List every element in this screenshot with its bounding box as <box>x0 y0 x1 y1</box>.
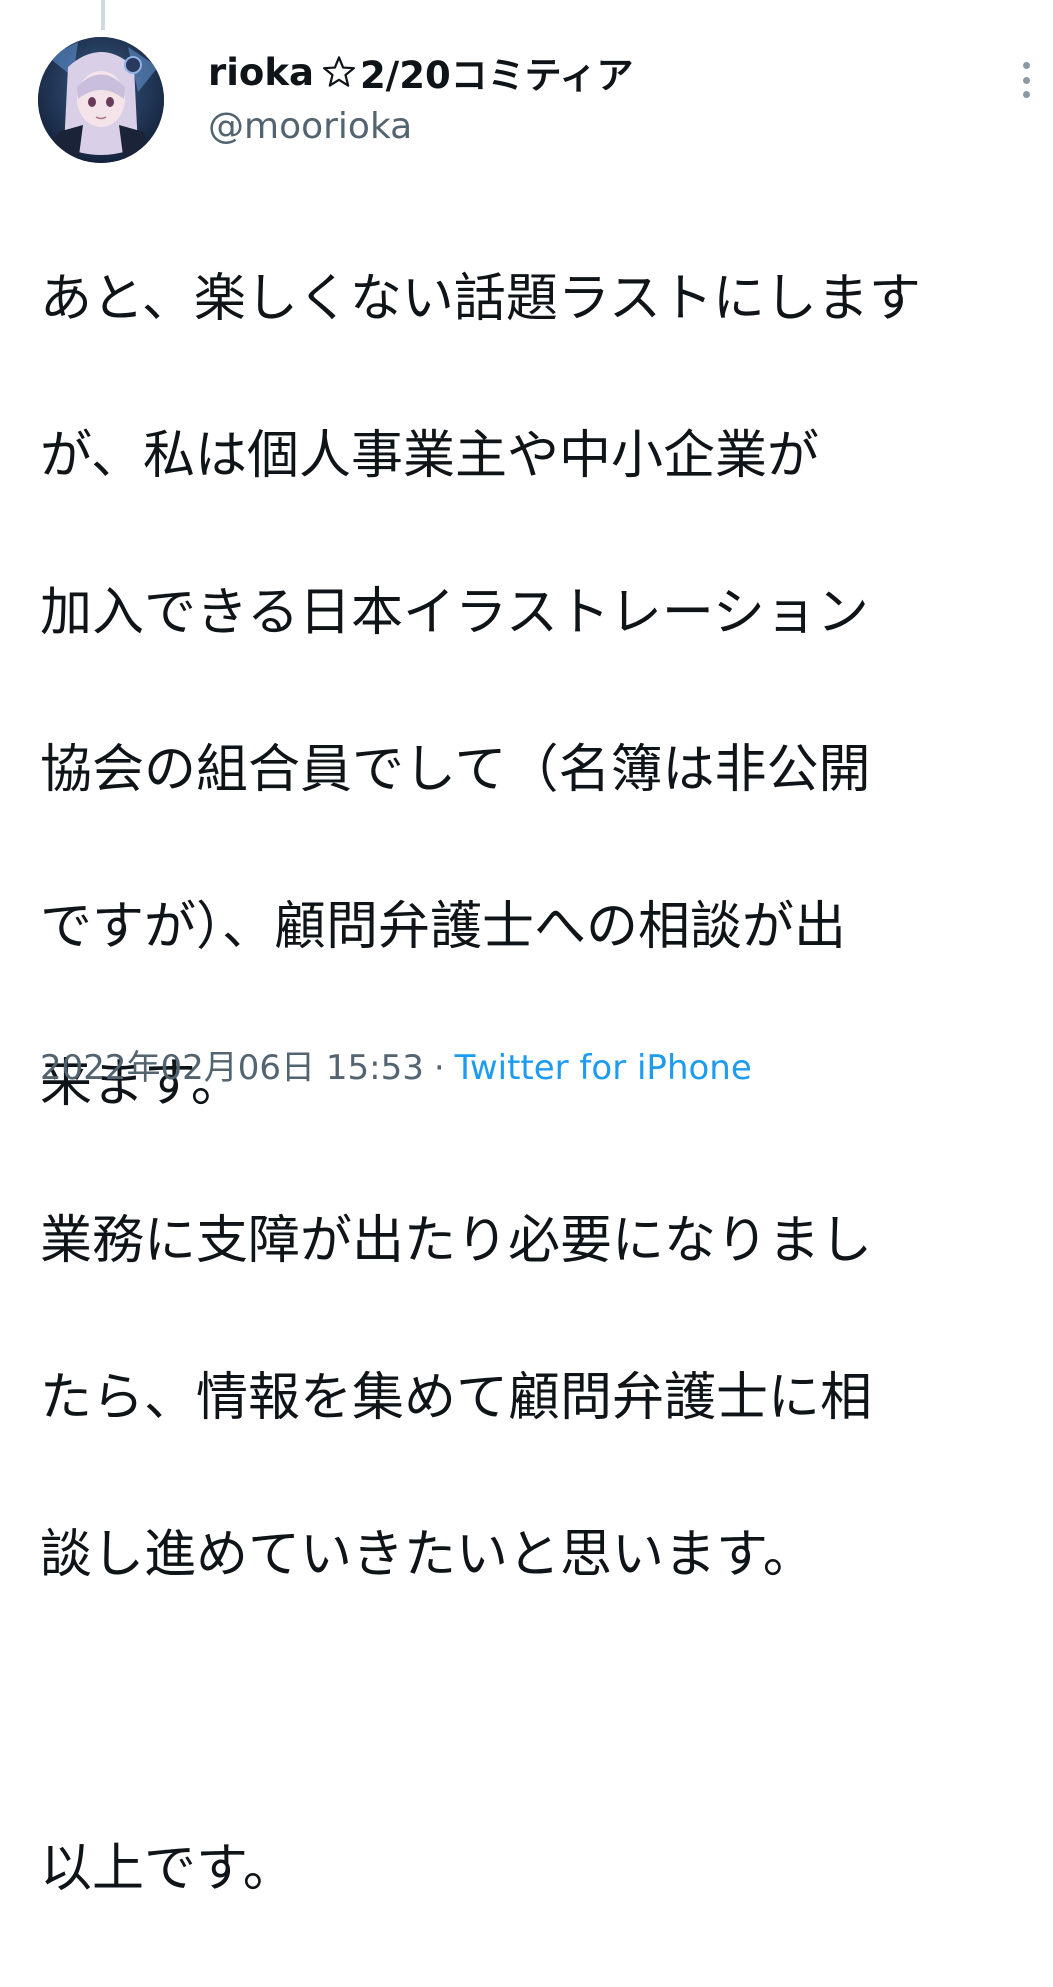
tweet-meta: 2022年02月06日 15:53 · Twitter for iPhone <box>40 1040 752 1089</box>
tweet-line: 以上です。 <box>40 1838 295 1899</box>
author-name[interactable]: rioka 2/20コミティア <box>208 44 633 100</box>
more-vertical-icon-dot <box>1022 76 1030 84</box>
tweet-blank-line <box>40 1673 1030 1752</box>
tweet-line: たら、情報を集めて顧問弁護士に相 <box>40 1367 873 1428</box>
more-vertical-icon-dot <box>1022 62 1030 69</box>
author-handle[interactable]: @moorioka <box>208 106 633 147</box>
star-outline-icon <box>322 56 355 87</box>
timestamp[interactable]: 2022年02月06日 15:53 <box>40 1048 424 1088</box>
more-vertical-icon-dot <box>1022 91 1030 98</box>
anime-avatar-illustration <box>38 37 164 163</box>
tweet-line: 業務に支障が出たり必要になりまし <box>40 1210 873 1271</box>
tweet-line: ですが）、顧問弁護士への相談が出 <box>40 896 847 957</box>
avatar[interactable] <box>38 37 164 163</box>
source-link[interactable]: Twitter for iPhone <box>455 1048 752 1088</box>
tweet-line: 協会の組合員でして（名簿は非公開 <box>40 739 871 800</box>
tweet-line: 加入できる日本イラストレーション <box>40 582 869 643</box>
tweet-header: rioka 2/20コミティア @moorioka <box>208 44 633 148</box>
display-name: rioka <box>208 50 314 94</box>
tweet-line: あと、楽しくない話題ラストにします <box>40 268 921 329</box>
tweet-line: 談し進めていきたいと思います。 <box>40 1524 815 1585</box>
tweet-line: が、私は個人事業主や中小企業が <box>40 425 819 486</box>
more-options-button[interactable] <box>1021 62 1031 98</box>
display-name-suffix: 2/20コミティア <box>359 54 634 97</box>
meta-separator: · <box>433 1048 445 1088</box>
thread-connector-line <box>101 0 105 30</box>
